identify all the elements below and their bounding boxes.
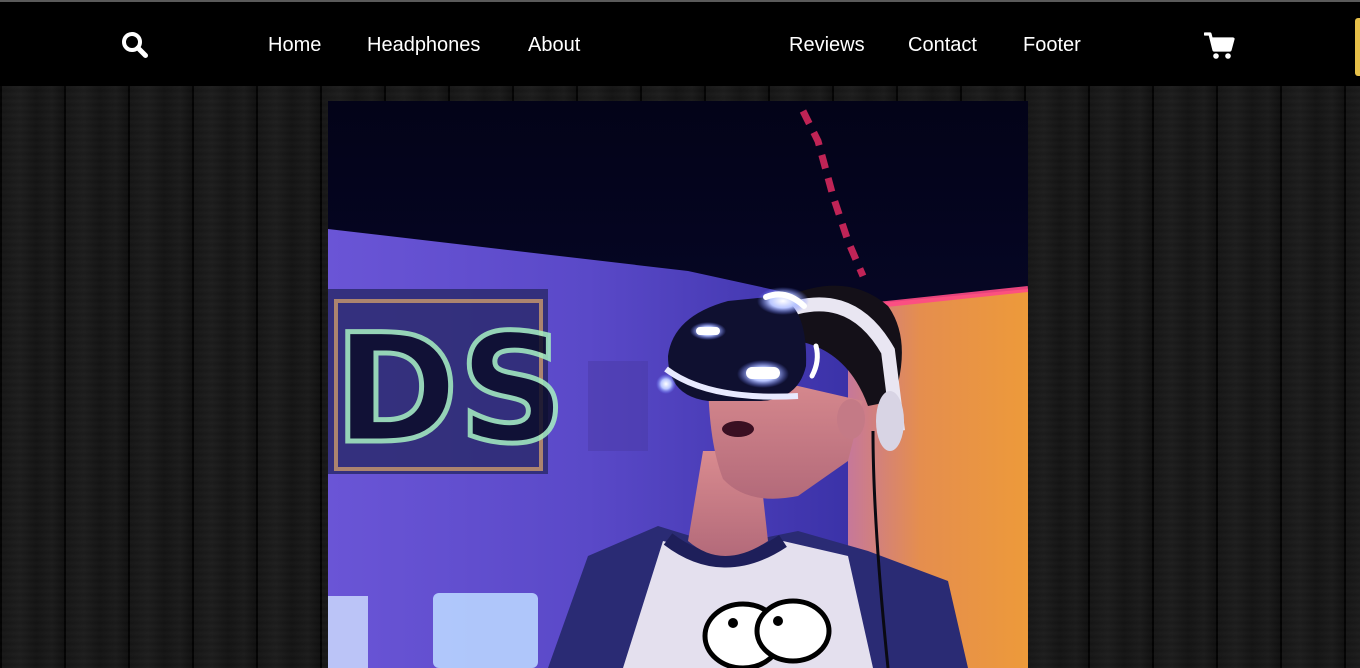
top-navbar: Home Headphones About Reviews Contact Fo…	[0, 2, 1360, 86]
nav-link-home[interactable]: Home	[268, 32, 321, 58]
scroll-indicator[interactable]	[1355, 18, 1360, 76]
search-icon[interactable]	[121, 31, 149, 59]
nav-link-contact[interactable]: Contact	[908, 32, 977, 58]
neon-sign-text: DS	[334, 303, 567, 477]
nav-link-footer[interactable]: Footer	[1023, 32, 1081, 58]
nav-link-headphones[interactable]: Headphones	[367, 32, 480, 58]
hero-image-vr-user: DS	[328, 101, 1028, 668]
nav-link-reviews[interactable]: Reviews	[789, 32, 865, 58]
nav-link-about[interactable]: About	[528, 32, 580, 58]
shopping-cart-icon[interactable]	[1203, 31, 1236, 61]
